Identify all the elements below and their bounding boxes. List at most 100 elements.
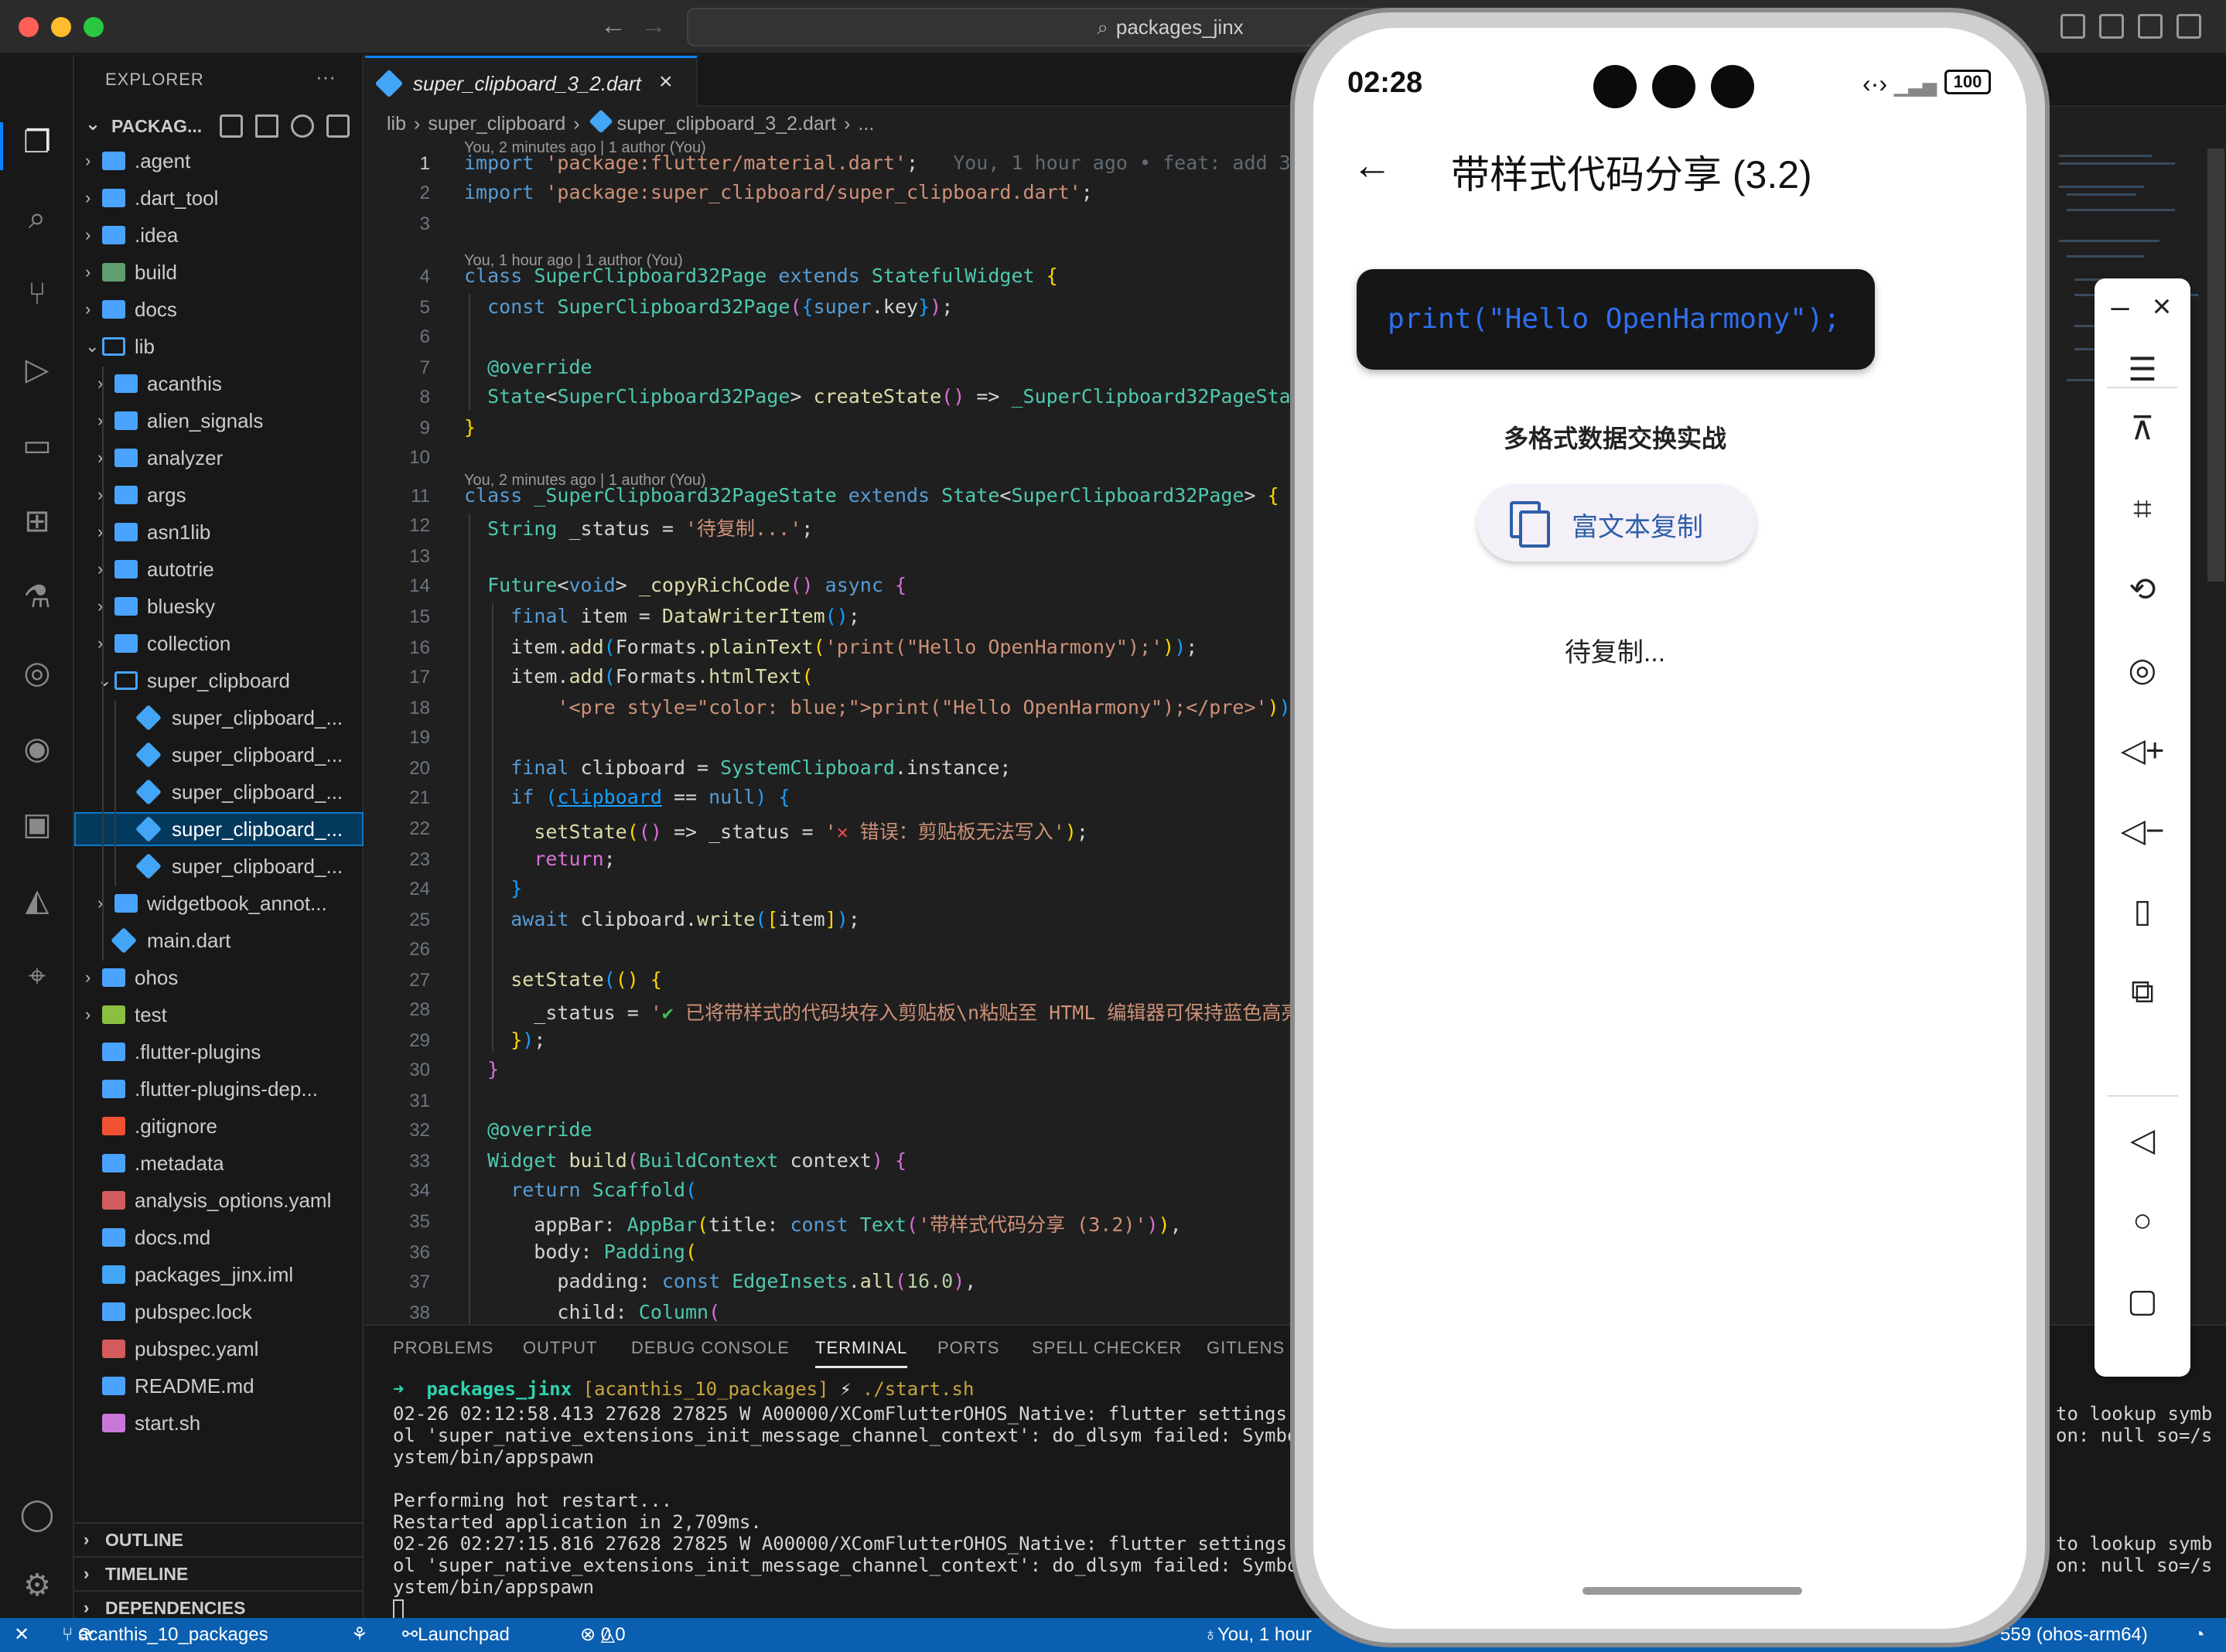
tree-folder[interactable]: ⌄ super_clipboard: [74, 664, 364, 698]
containers-icon[interactable]: ▣: [17, 804, 57, 845]
tree-folder[interactable]: › analyzer: [74, 441, 364, 475]
new-file-icon[interactable]: [220, 114, 243, 138]
nav-back-icon[interactable]: ◁: [2118, 1118, 2167, 1162]
editor-scrollbar[interactable]: [2207, 148, 2224, 582]
close-window-button[interactable]: [19, 17, 39, 37]
editor-tab[interactable]: super_clipboard_3_2.dart ×: [365, 56, 698, 107]
tree-file[interactable]: docs.md: [74, 1220, 364, 1254]
menu-icon[interactable]: ☰: [2118, 348, 2167, 391]
flutter-icon[interactable]: ◭: [17, 880, 57, 920]
tree-file[interactable]: .gitignore: [74, 1109, 364, 1143]
tree-folder[interactable]: › args: [74, 478, 364, 512]
back-arrow-icon[interactable]: ←: [600, 11, 626, 41]
device-status[interactable]: 559 (ohos-arm64): [2000, 1618, 2148, 1652]
tab-gitlens[interactable]: GITLENS: [1207, 1338, 1285, 1358]
remote-icon[interactable]: ✕: [14, 1618, 29, 1652]
tree-folder[interactable]: › collection: [74, 626, 364, 660]
back-arrow-icon[interactable]: ←: [1352, 142, 1392, 189]
search-icon[interactable]: ⌕: [17, 198, 57, 238]
tree-file[interactable]: pubspec.lock: [74, 1295, 364, 1329]
settings-gear-icon[interactable]: ⚙: [17, 1565, 57, 1606]
tree-file[interactable]: .flutter-plugins: [74, 1035, 364, 1069]
tab-problems[interactable]: PROBLEMS: [393, 1338, 493, 1358]
tree-folder[interactable]: › alien_signals: [74, 404, 364, 438]
breadcrumb-symbol[interactable]: ...: [858, 113, 874, 135]
source-control-icon[interactable]: ⑂: [17, 274, 57, 314]
rotate-icon[interactable]: ⟲: [2118, 568, 2167, 611]
tree-file[interactable]: packages_jinx.iml: [74, 1258, 364, 1292]
gitlens-status-icon[interactable]: ⚘: [351, 1618, 368, 1652]
tree-file[interactable]: super_clipboard_...: [74, 812, 364, 846]
toggle-sidebar-icon[interactable]: [2099, 14, 2124, 39]
tree-folder[interactable]: › asn1lib: [74, 515, 364, 549]
breadcrumb-file[interactable]: super_clipboard_3_2.dart: [617, 113, 837, 135]
toggle-secondary-sidebar-icon[interactable]: [2176, 14, 2201, 39]
testing-icon[interactable]: ⚗: [17, 577, 57, 617]
minimize-window-button[interactable]: [51, 17, 71, 37]
minimize-icon[interactable]: –: [2101, 285, 2139, 328]
tree-file[interactable]: .metadata: [74, 1146, 364, 1180]
tab-output[interactable]: OUTPUT: [523, 1338, 597, 1358]
remote-explorer-icon[interactable]: ▭: [17, 425, 57, 466]
pin-off-icon[interactable]: ⊼: [2118, 407, 2167, 450]
maximize-window-button[interactable]: [84, 17, 104, 37]
problems-status[interactable]: ⊗ 0 △ 0: [580, 1618, 626, 1652]
volume-up-icon[interactable]: ◁+: [2118, 729, 2167, 772]
tree-folder[interactable]: › build: [74, 255, 364, 289]
tree-file[interactable]: .flutter-plugins-dep...: [74, 1072, 364, 1106]
workspace-root[interactable]: ⌄ PACKAG...: [80, 111, 359, 145]
phone-screen[interactable]: 02:28 ‹·› ▁▃▅ 100 DEBUG ← 带样式代码分享 (3.2) …: [1313, 28, 2026, 1629]
gitlens-icon[interactable]: ◎: [17, 653, 57, 693]
tree-file[interactable]: start.sh: [74, 1406, 364, 1440]
nav-recents-icon[interactable]: ▢: [2118, 1279, 2167, 1323]
tab-debug-console[interactable]: DEBUG CONSOLE: [631, 1338, 790, 1358]
explorer-icon[interactable]: ❐: [17, 122, 57, 162]
tree-folder[interactable]: ⌄ lib: [74, 329, 364, 364]
layout-icon[interactable]: [2060, 14, 2085, 39]
tab-spell-checker[interactable]: SPELL CHECKER: [1032, 1338, 1182, 1358]
tree-file[interactable]: super_clipboard_...: [74, 738, 364, 772]
timeline-section[interactable]: › TIMELINE: [74, 1556, 364, 1589]
volume-down-icon[interactable]: ◁−: [2118, 809, 2167, 852]
multi-device-icon[interactable]: ⧉: [2118, 970, 2167, 1013]
account-icon[interactable]: ◯: [17, 1494, 57, 1534]
home-indicator[interactable]: [1582, 1587, 1802, 1595]
blame-status[interactable]: ♁ You, 1 hour: [1203, 1618, 1312, 1652]
shake-icon[interactable]: ▯: [2118, 889, 2167, 933]
extensions-icon[interactable]: ⊞: [17, 501, 57, 541]
forward-arrow-icon[interactable]: →: [640, 11, 667, 41]
tree-folder[interactable]: › acanthis: [74, 367, 364, 401]
close-tab-icon[interactable]: ×: [659, 69, 673, 95]
tree-folder[interactable]: › widgetbook_annot...: [74, 886, 364, 920]
tree-folder[interactable]: › bluesky: [74, 589, 364, 623]
git-graph-icon[interactable]: ◉: [17, 729, 57, 769]
tree-file[interactable]: README.md: [74, 1369, 364, 1403]
breadcrumb-lib[interactable]: lib: [387, 113, 406, 135]
tree-folder[interactable]: › test: [74, 998, 364, 1032]
record-icon[interactable]: ◎: [2118, 648, 2167, 691]
tree-file[interactable]: super_clipboard_...: [74, 775, 364, 809]
tree-file[interactable]: analysis_options.yaml: [74, 1183, 364, 1217]
tab-ports[interactable]: PORTS: [937, 1338, 999, 1358]
tree-folder[interactable]: › docs: [74, 292, 364, 326]
close-icon[interactable]: ×: [2142, 285, 2181, 328]
tree-file[interactable]: super_clipboard_...: [74, 701, 364, 735]
tree-folder[interactable]: › .idea: [74, 218, 364, 252]
tree-file[interactable]: main.dart: [74, 923, 364, 957]
tab-terminal[interactable]: TERMINAL: [815, 1338, 908, 1368]
toggle-panel-icon[interactable]: [2138, 14, 2163, 39]
launchpad-status[interactable]: ⚯ Launchpad: [402, 1618, 510, 1652]
tree-folder[interactable]: › .dart_tool: [74, 181, 364, 215]
source-control-branch[interactable]: ⑂ acanthis_10_packages ⟳: [62, 1618, 268, 1652]
inspect-icon[interactable]: ⌖: [17, 956, 57, 996]
outline-section[interactable]: › OUTLINE: [74, 1522, 364, 1555]
collapse-all-icon[interactable]: [326, 114, 350, 138]
breadcrumb-folder[interactable]: super_clipboard: [428, 113, 565, 135]
tree-file[interactable]: super_clipboard_...: [74, 849, 364, 883]
tree-file[interactable]: pubspec.yaml: [74, 1332, 364, 1366]
rich-text-copy-button[interactable]: 富文本复制: [1477, 484, 1756, 561]
notifications-bell-icon[interactable]: ◔: [2194, 1618, 2205, 1652]
screenshot-crop-icon[interactable]: ⌗: [2118, 487, 2167, 531]
tree-folder[interactable]: › autotrie: [74, 552, 364, 586]
more-actions-icon[interactable]: ···: [316, 65, 336, 89]
